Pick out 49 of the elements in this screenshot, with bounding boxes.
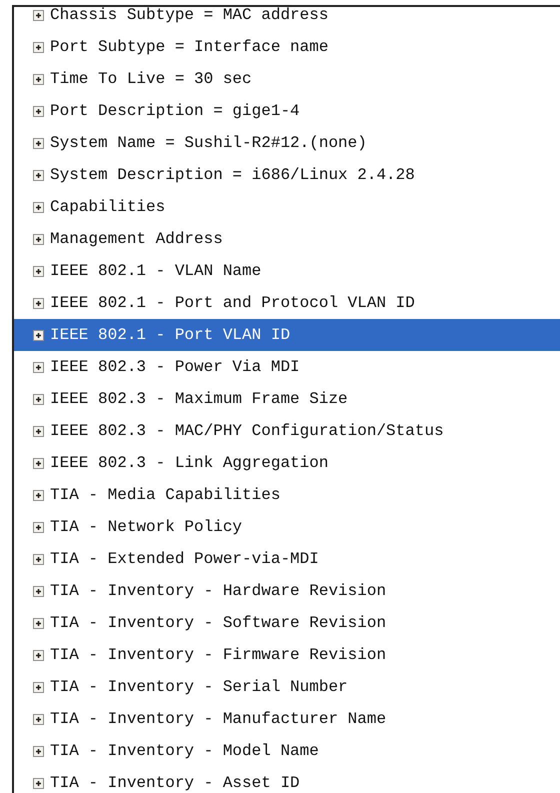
tree-item[interactable]: IEEE 802.3 - Power Via MDI: [50, 358, 300, 376]
plus-box-icon[interactable]: [33, 426, 44, 436]
plus-box-icon[interactable]: [33, 42, 44, 52]
tree-item[interactable]: IEEE 802.1 - Port and Protocol VLAN ID: [50, 294, 415, 312]
plus-box-icon[interactable]: [33, 682, 44, 692]
tree-item[interactable]: TIA - Extended Power-via-MDI: [50, 550, 319, 568]
plus-box-icon[interactable]: [33, 362, 44, 372]
plus-box-icon[interactable]: [33, 618, 44, 628]
plus-box-icon[interactable]: [33, 394, 44, 404]
plus-box-icon[interactable]: [33, 458, 44, 468]
plus-box-icon[interactable]: [33, 138, 44, 148]
plus-box-icon[interactable]: [33, 586, 44, 596]
tree-item[interactable]: System Description = i686/Linux 2.4.28: [50, 166, 415, 184]
plus-box-icon[interactable]: [33, 298, 44, 308]
plus-box-icon[interactable]: [33, 490, 44, 500]
plus-box-icon[interactable]: [33, 554, 44, 564]
plus-box-icon[interactable]: [33, 170, 44, 180]
tree-item[interactable]: TIA - Inventory - Model Name: [50, 742, 319, 760]
plus-box-icon[interactable]: [33, 650, 44, 660]
tree-item[interactable]: IEEE 802.1 - VLAN Name: [50, 262, 262, 280]
plus-box-icon[interactable]: [33, 746, 44, 756]
tree-item[interactable]: Port Description = gige1-4: [50, 102, 300, 120]
tree-item[interactable]: Port Subtype = Interface name: [50, 38, 328, 56]
plus-box-icon[interactable]: [33, 778, 44, 788]
tree-item[interactable]: System Name = Sushil-R2#12.(none): [50, 134, 367, 152]
plus-box-icon[interactable]: [33, 106, 44, 116]
tree-item[interactable]: TIA - Media Capabilities: [50, 486, 280, 504]
tree-item[interactable]: TIA - Inventory - Hardware Revision: [50, 582, 386, 600]
tree-item[interactable]: TIA - Inventory - Software Revision: [50, 614, 386, 632]
tree-item[interactable]: Time To Live = 30 sec: [50, 70, 252, 88]
plus-box-icon[interactable]: [33, 266, 44, 276]
tree-item[interactable]: Management Address: [50, 230, 223, 248]
tree-item[interactable]: IEEE 802.3 - Maximum Frame Size: [50, 390, 348, 408]
tree-item[interactable]: TIA - Network Policy: [50, 518, 242, 536]
plus-box-icon[interactable]: [33, 234, 44, 244]
tree-item[interactable]: TIA - Inventory - Manufacturer Name: [50, 710, 386, 728]
plus-box-icon[interactable]: [33, 330, 44, 340]
tree-item[interactable]: TIA - Inventory - Firmware Revision: [50, 646, 386, 664]
plus-box-icon[interactable]: [33, 10, 44, 20]
tree-item[interactable]: Capabilities: [50, 198, 166, 216]
tree-item[interactable]: Chassis Subtype = MAC address: [50, 7, 328, 24]
tree-item[interactable]: IEEE 802.3 - Link Aggregation: [50, 454, 328, 472]
plus-box-icon[interactable]: [33, 522, 44, 532]
tree-item[interactable]: TIA - Inventory - Asset ID: [50, 774, 300, 792]
plus-box-icon[interactable]: [33, 714, 44, 724]
plus-box-icon[interactable]: [33, 202, 44, 212]
plus-box-icon[interactable]: [33, 74, 44, 84]
tree-item[interactable]: IEEE 802.3 - MAC/PHY Configuration/Status: [50, 422, 444, 440]
tree-item[interactable]: TIA - Inventory - Serial Number: [50, 678, 348, 696]
